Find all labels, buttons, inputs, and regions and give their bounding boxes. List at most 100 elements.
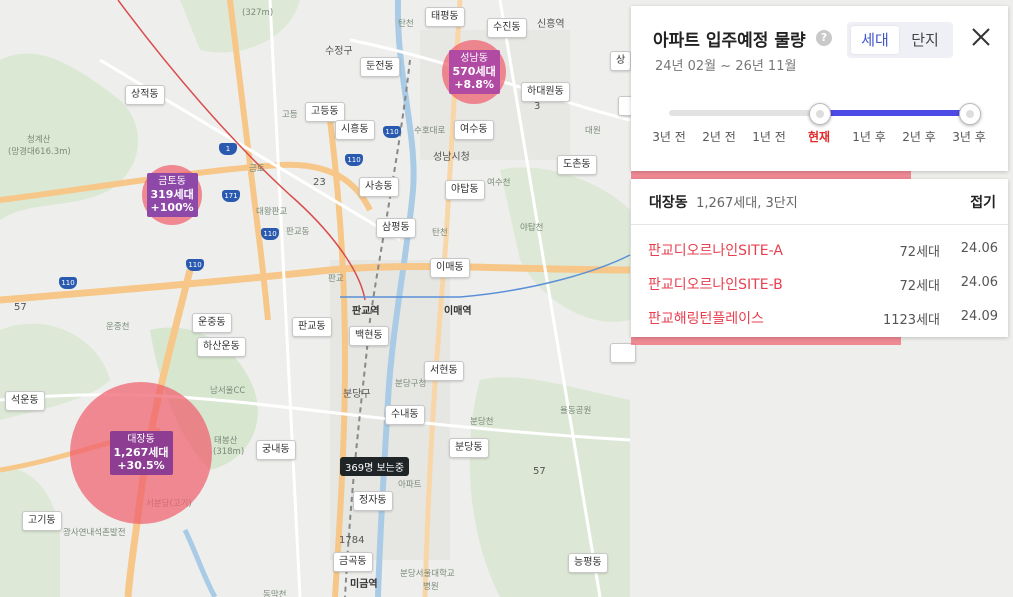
dong-label[interactable]: 도촌동 [557, 155, 597, 175]
dong-label[interactable]: 백현동 [349, 326, 389, 346]
dong-label[interactable]: 둔전동 [360, 57, 400, 77]
place-label: (327m) [242, 8, 274, 18]
slider-tick-label[interactable]: 2년 전 [694, 128, 744, 145]
dong-label[interactable]: 여수동 [454, 120, 494, 140]
list-header: 대장동 1,267세대, 3단지 [649, 192, 798, 212]
place-label: 아파트 [398, 480, 422, 490]
place-label: 미금역 [350, 579, 378, 590]
cluster-label[interactable]: 대장동 1,267세대 +30.5% [109, 431, 173, 475]
panel-title: 아파트 입주예정 물량 [653, 31, 806, 51]
dong-label[interactable]: 금곡동 [333, 552, 373, 572]
place-label: 신흥역 [537, 19, 565, 30]
cluster-count: 319세대 [150, 188, 194, 201]
slider-tick-label[interactable]: 현재 [794, 128, 844, 145]
complex-units: 1123세대 [882, 313, 940, 328]
slider-tick-label[interactable]: 3년 후 [944, 128, 994, 145]
dong-label[interactable]: 서현동 [424, 361, 464, 381]
highway-shield-icon: 171 [222, 190, 240, 202]
cluster-remnant [631, 171, 911, 179]
complex-name: 판교디오르나인SITE-B [648, 277, 783, 293]
complex-move-in-date: 24.09 [960, 309, 998, 324]
dong-label[interactable]: 사송동 [359, 177, 399, 197]
cluster-dong-name: 성남동 [460, 53, 488, 64]
dong-label[interactable]: 분당동 [449, 438, 489, 458]
toggle-complexes[interactable]: 단지 [901, 26, 949, 54]
cluster-label[interactable]: 성남동 570세대 +8.8% [448, 50, 500, 94]
dong-label[interactable] [610, 343, 636, 363]
place-label: 야탑천 [520, 223, 544, 233]
highway-shield-icon: 110 [261, 228, 279, 240]
dong-label[interactable]: 운중동 [192, 313, 232, 333]
dong-label[interactable]: 야탑동 [445, 180, 485, 200]
slider-end-handle[interactable] [959, 103, 981, 125]
cluster-count: 570세대 [452, 65, 496, 78]
slider-tick-label[interactable]: 1년 전 [744, 128, 794, 145]
place-label: (318m) [213, 447, 245, 457]
place-label: 대왕판교 [256, 207, 288, 217]
cluster-label[interactable]: 금토동 319세대 +100% [146, 173, 198, 217]
place-label: 이매역 [444, 306, 472, 317]
complex-row[interactable]: 판교디오르나인SITE-A 72세대 24.06 [648, 234, 998, 264]
dong-label[interactable]: 시흥동 [335, 120, 375, 140]
dong-label[interactable]: 궁내동 [256, 440, 296, 460]
place-label: 분당서울대학교 [400, 569, 455, 579]
dong-label[interactable]: 정자동 [353, 491, 393, 511]
place-label: 율동공원 [560, 406, 592, 416]
fold-button[interactable]: 접기 [970, 192, 996, 212]
cluster-change: +30.5% [117, 459, 165, 472]
place-label: 대원 [585, 126, 601, 136]
highway-shield-icon: 1 [219, 143, 237, 155]
close-icon[interactable] [970, 26, 992, 48]
complex-units: 72세대 [899, 245, 940, 260]
place-label: 금토 [249, 164, 265, 174]
place-label: 탄천 [432, 228, 448, 238]
dong-label[interactable]: 고기동 [22, 511, 62, 531]
place-label: 병원 [423, 582, 439, 592]
place-label: 동막천 [263, 590, 287, 597]
slider-start-handle[interactable] [809, 103, 831, 125]
complex-name: 판교디오르나인SITE-A [648, 243, 783, 259]
date-range: 24년 02월 ~ 26년 11월 [655, 59, 797, 74]
dong-label[interactable]: 판교동 [292, 317, 332, 337]
dong-label[interactable]: 삼평동 [376, 218, 416, 238]
place-label: 여수천 [487, 178, 511, 188]
complex-row[interactable]: 판교디오르나인SITE-B 72세대 24.06 [648, 268, 998, 298]
dong-label[interactable]: 태평동 [425, 7, 465, 27]
place-label: 23 [313, 177, 326, 188]
cluster-change: +8.8% [454, 78, 494, 91]
slider-tick-label[interactable]: 2년 후 [894, 128, 944, 145]
place-label: 남서울CC [210, 386, 246, 396]
place-label: 광사연내석촌발전 [63, 528, 126, 538]
period-slider[interactable] [669, 103, 981, 125]
dong-label[interactable]: 수진동 [487, 18, 527, 38]
place-label: 분당천 [470, 417, 494, 427]
cluster-change: +100% [150, 201, 194, 214]
complex-name: 판교해링턴플레이스 [648, 311, 764, 327]
dong-label[interactable]: 수내동 [385, 405, 425, 425]
dong-label[interactable]: 고등동 [305, 102, 345, 122]
cluster-dong-name: 금토동 [158, 176, 186, 187]
complex-list-card: 대장동 1,267세대, 3단지 접기 판교디오르나인SITE-A 72세대 24.… [631, 179, 1008, 337]
toggle-households[interactable]: 세대 [851, 26, 899, 54]
dong-label[interactable]: 이매동 [430, 258, 470, 278]
dong-label[interactable]: 석운동 [5, 391, 45, 411]
slider-tick-label[interactable]: 1년 후 [844, 128, 894, 145]
list-summary: 1,267세대, 3단지 [696, 196, 798, 211]
supply-filter-panel: 아파트 입주예정 물량 ? 24년 02월 ~ 26년 11월 세대 단지 3년… [631, 6, 1008, 171]
complex-row[interactable]: 판교해링턴플레이스 1123세대 24.09 [648, 302, 998, 332]
highway-shield-icon: 110 [59, 277, 77, 289]
dong-label[interactable]: 능평동 [568, 553, 608, 573]
slider-tick-label[interactable]: 3년 전 [644, 128, 694, 145]
place-label: 성남시청 [433, 152, 470, 163]
dong-label[interactable]: 하대원동 [521, 82, 570, 102]
help-icon[interactable]: ? [816, 30, 832, 46]
cluster-dong-name: 대장동 [127, 434, 155, 445]
dong-label[interactable]: 하산운동 [197, 337, 246, 357]
place-label: 수호대로 [414, 126, 446, 136]
dong-label[interactable]: 상적동 [125, 85, 165, 105]
complex-move-in-date: 24.06 [960, 275, 998, 290]
dong-label[interactable]: 상 [610, 51, 632, 71]
place-label: 판교동 [286, 227, 310, 237]
place-label: (망경대616.3m) [8, 147, 71, 157]
place-label: 3 [534, 101, 541, 112]
